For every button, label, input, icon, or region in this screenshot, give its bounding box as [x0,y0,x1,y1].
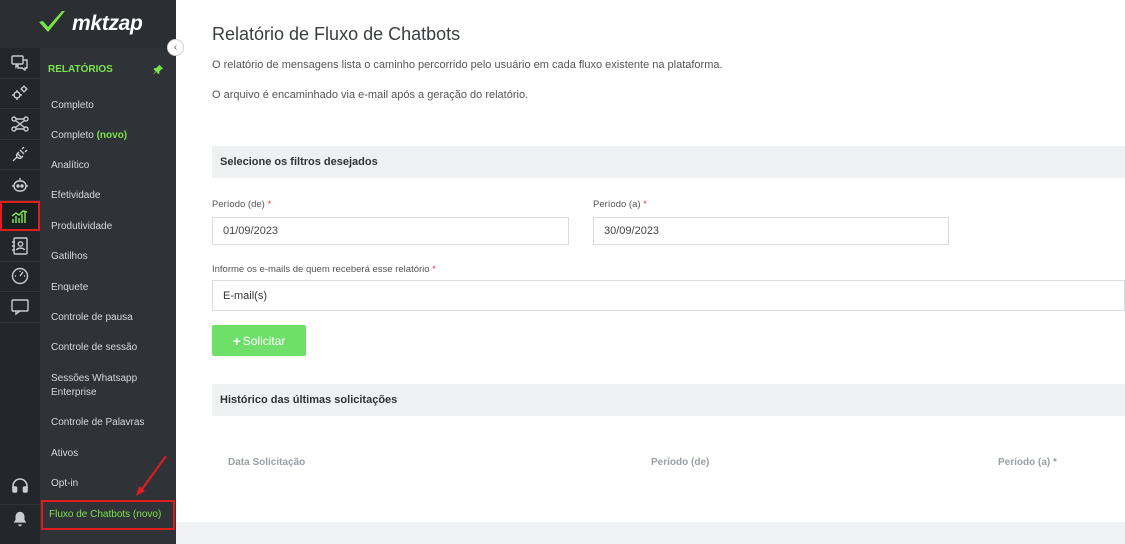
plus-icon: + [232,332,241,349]
brand-name: mktzap [72,12,143,35]
sidebar-item-completo-novo[interactable]: Completo (novo) [40,129,138,143]
sidebar-item-controle-palavras[interactable]: Controle de Palavras [40,416,155,430]
sidebar-item-completo[interactable]: Completo [40,99,105,113]
sidebar-item-enquete[interactable]: Enquete [40,281,99,295]
page-title: Relatório de Fluxo de Chatbots [212,24,461,44]
sidebar-item-fluxo-chatbots[interactable]: Fluxo de Chatbots (novo) [41,500,175,530]
logo[interactable]: mktzap [0,0,176,48]
message-square-icon[interactable] [0,292,40,323]
emails-label: Informe os e-mails de quem receberá esse… [212,264,436,275]
flow-network-icon[interactable] [0,109,40,140]
sidebar-item-efetividade[interactable]: Efetividade [40,189,111,203]
main-content: Relatório de Fluxo de Chatbots O relatór… [176,0,1125,544]
sidebar-item-sessoes-whatsapp[interactable]: Sessões Whatsapp Enterprise [40,372,170,400]
gears-icon[interactable] [0,79,40,109]
period-to-input[interactable]: 30/09/2023 [593,217,949,245]
sidebar-item-ativos[interactable]: Ativos [40,447,89,461]
chat-bubbles-icon[interactable] [0,48,40,79]
col-periodo-de[interactable]: Período (de) [651,457,709,468]
plug-icon[interactable] [0,140,40,170]
submenu-title: RELATÓRIOS [48,63,113,75]
footer-strip [176,522,1125,544]
sidebar-item-analitico[interactable]: Analítico [40,159,100,173]
bell-icon[interactable] [0,504,40,532]
period-to-label: Período (a) * [593,199,647,210]
period-from-label: Período (de) * [212,199,272,210]
headset-icon[interactable] [0,472,40,500]
col-periodo-a[interactable]: Período (a) * [998,457,1057,468]
sidebar-item-opt-in[interactable]: Opt-in [40,477,89,491]
filters-section-header: Selecione os filtros desejados [212,146,1125,178]
sidebar-item-produtividade[interactable]: Produtividade [40,220,123,234]
history-section-header: Histórico das últimas solicitações [212,384,1125,416]
gauge-icon[interactable] [0,262,40,292]
chart-icon[interactable] [0,200,40,231]
sidebar-item-gatilhos[interactable]: Gatilhos [40,250,99,264]
solicitar-button[interactable]: + Solicitar [212,325,306,356]
description-2: O arquivo é encaminhado via e-mail após … [212,89,529,101]
contact-book-icon[interactable] [0,231,40,262]
checkmark-logo-icon [39,11,65,32]
new-badge: (novo) [96,130,128,141]
pin-icon[interactable] [153,64,164,75]
robot-icon[interactable] [0,170,40,201]
annotation-arrow-icon [136,455,167,496]
icon-rail [0,48,40,544]
emails-input[interactable]: E-mail(s) [212,280,1125,311]
period-from-input[interactable]: 01/09/2023 [212,217,569,245]
col-data-solicitacao[interactable]: Data Solicitação [228,457,305,468]
description-1: O relatório de mensagens lista o caminho… [212,59,723,71]
sidebar-item-controle-sessao[interactable]: Controle de sessão [40,341,148,355]
sidebar-item-controle-pausa[interactable]: Controle de pausa [40,311,144,325]
